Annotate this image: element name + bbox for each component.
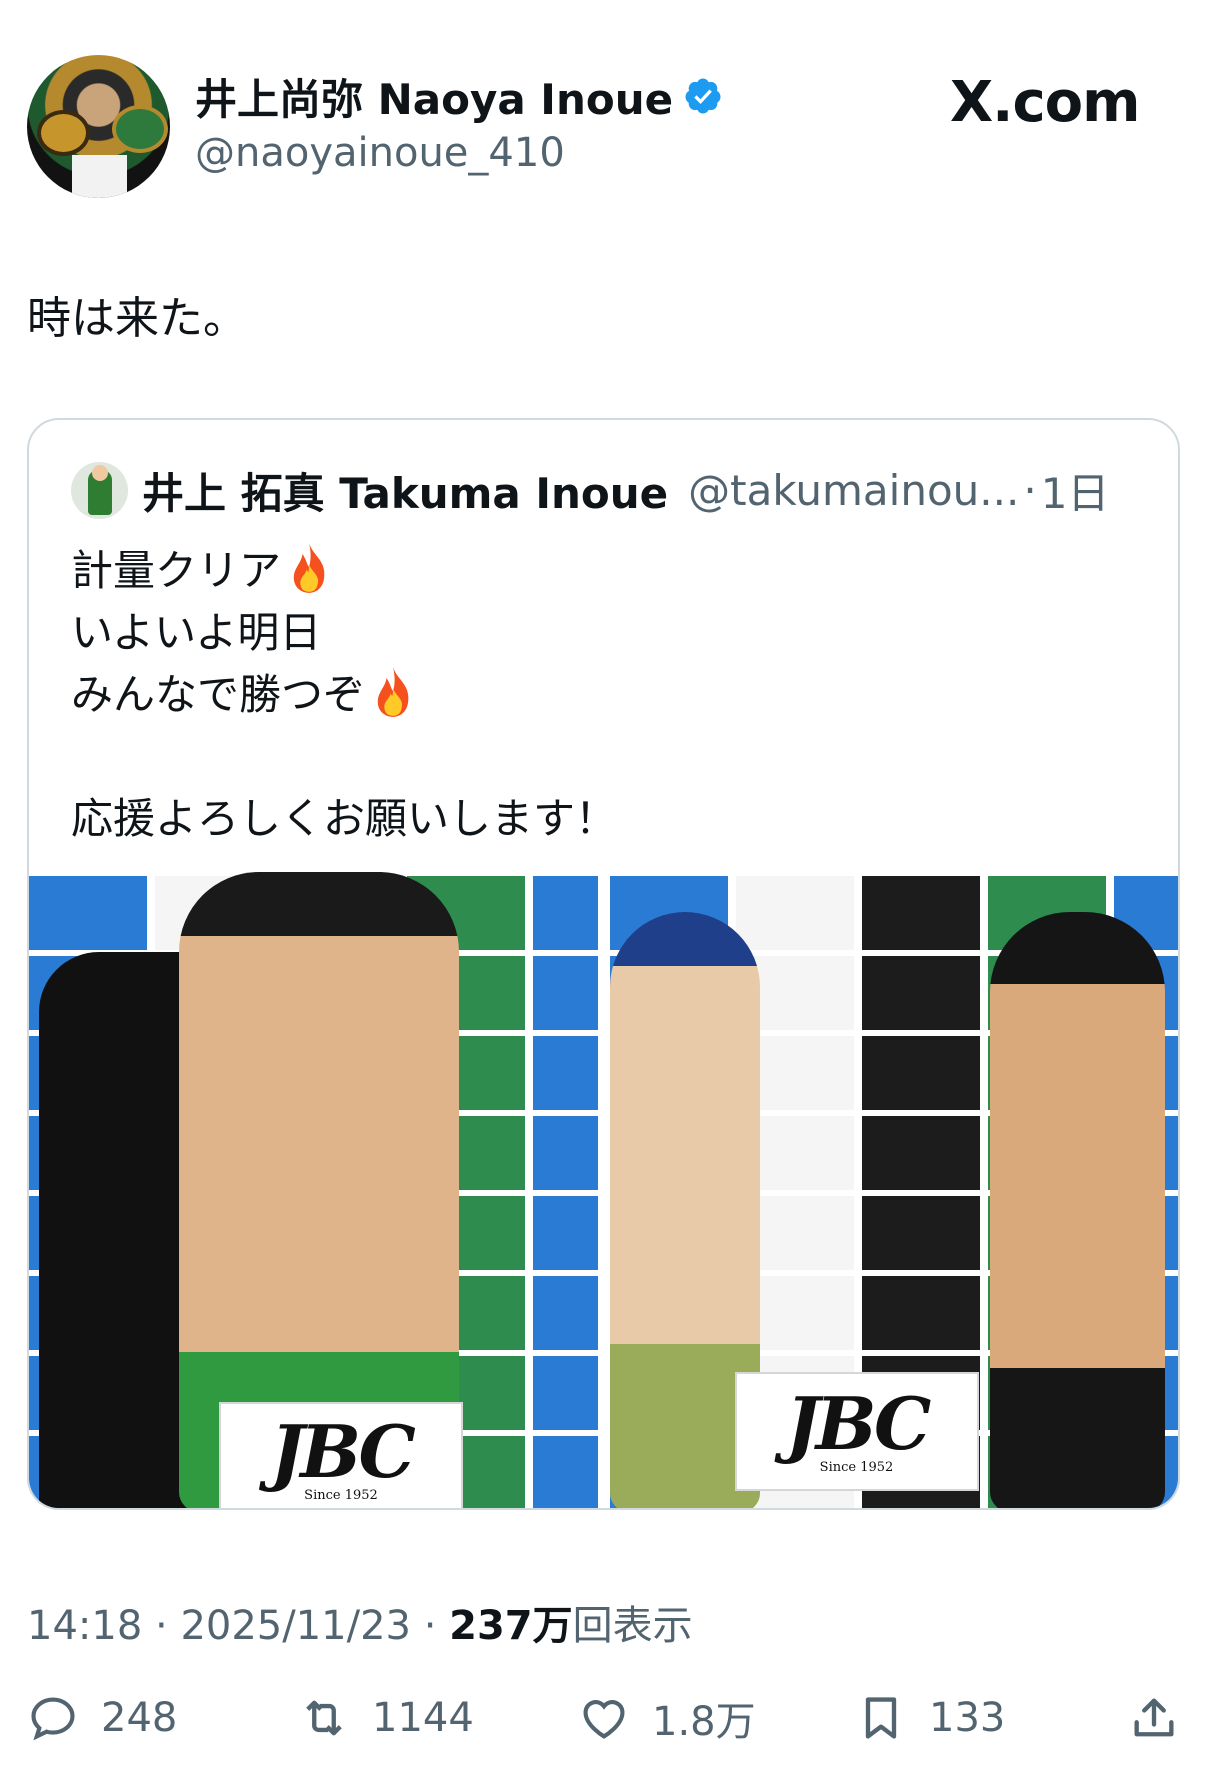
view-count: 237万 xyxy=(449,1603,573,1649)
boxer-figure xyxy=(989,912,1165,1508)
quoted-line: 計量クリア xyxy=(71,540,617,602)
jbc-sign: JBC Since 1952 xyxy=(734,1372,979,1491)
quoted-line: 応援よろしくお願いします！ xyxy=(71,794,618,843)
avatar-belt-left xyxy=(37,110,90,156)
bookmark-button[interactable]: 133 xyxy=(855,1690,1005,1746)
quoted-tweet-card[interactable]: 井上 拓真 Takuma Inoue @takumainou... · 1日 計… xyxy=(27,418,1180,1510)
like-count: 1.8万 xyxy=(652,1699,756,1745)
avatar-belt-right xyxy=(112,105,168,153)
repost-button[interactable]: 1144 xyxy=(298,1690,474,1746)
site-logo: X.com xyxy=(950,70,1140,135)
quoted-line: みんなで勝つぞ xyxy=(71,664,617,726)
quoted-display-name[interactable]: 井上 拓真 Takuma Inoue xyxy=(142,460,668,521)
photo-face-off[interactable]: JBC Since 1952 xyxy=(609,872,1178,1508)
avatar-shorts xyxy=(72,155,127,198)
bookmark-count: 133 xyxy=(929,1695,1006,1741)
tweet-text: 時は来た。 xyxy=(27,293,247,344)
meta-dot: · xyxy=(410,1603,450,1649)
quoted-text: 計量クリア いよいよ明日 みんなで勝つぞ 応援よろしくお願いします！ xyxy=(71,540,617,850)
quoted-author-avatar[interactable] xyxy=(71,462,128,519)
author-avatar[interactable] xyxy=(27,55,170,198)
verified-badge-icon xyxy=(685,78,721,114)
fire-emoji-icon xyxy=(377,667,409,717)
repost-count: 1144 xyxy=(372,1695,474,1741)
repost-icon xyxy=(306,1700,342,1736)
author-display-name[interactable]: 井上尚弥 Naoya Inoue xyxy=(195,66,673,127)
meta-dot: · xyxy=(142,1603,181,1649)
quoted-media: JBC Since 1952 JBC Since 1952 xyxy=(29,872,1178,1508)
photo-weigh-in-pose[interactable]: JBC Since 1952 xyxy=(29,872,598,1508)
quoted-timestamp[interactable]: 1日 xyxy=(1041,460,1110,521)
post-time[interactable]: 14:18 xyxy=(27,1603,142,1649)
separator-dot: · xyxy=(1023,465,1037,515)
quoted-line xyxy=(71,726,617,788)
author-handle[interactable]: @naoyainoue_410 xyxy=(195,130,565,176)
share-icon xyxy=(1134,1698,1174,1737)
author-name-line[interactable]: 井上尚弥 Naoya Inoue xyxy=(195,70,723,124)
like-button[interactable]: 1.8万 xyxy=(578,1690,756,1746)
reply-count: 248 xyxy=(101,1695,178,1741)
quoted-handle[interactable]: @takumainou... xyxy=(688,466,1019,515)
fire-emoji-icon xyxy=(293,543,325,593)
quoted-line: いよいよ明日 xyxy=(71,608,322,657)
jbc-sign: JBC Since 1952 xyxy=(219,1402,463,1508)
share-button[interactable] xyxy=(1128,1690,1180,1746)
avatar-head xyxy=(92,465,108,481)
heart-icon xyxy=(583,1700,625,1739)
bookmark-icon xyxy=(865,1697,897,1739)
reply-icon xyxy=(31,1697,75,1741)
view-label: 回表示 xyxy=(572,1603,693,1649)
quoted-header: 井上 拓真 Takuma Inoue @takumainou... · 1日 xyxy=(142,460,1109,520)
reply-button[interactable]: 248 xyxy=(27,1690,177,1746)
post-date[interactable]: 2025/11/23 xyxy=(180,1603,411,1649)
tweet-meta: 14:18 · 2025/11/23 · 237万回表示 xyxy=(27,1593,693,1651)
